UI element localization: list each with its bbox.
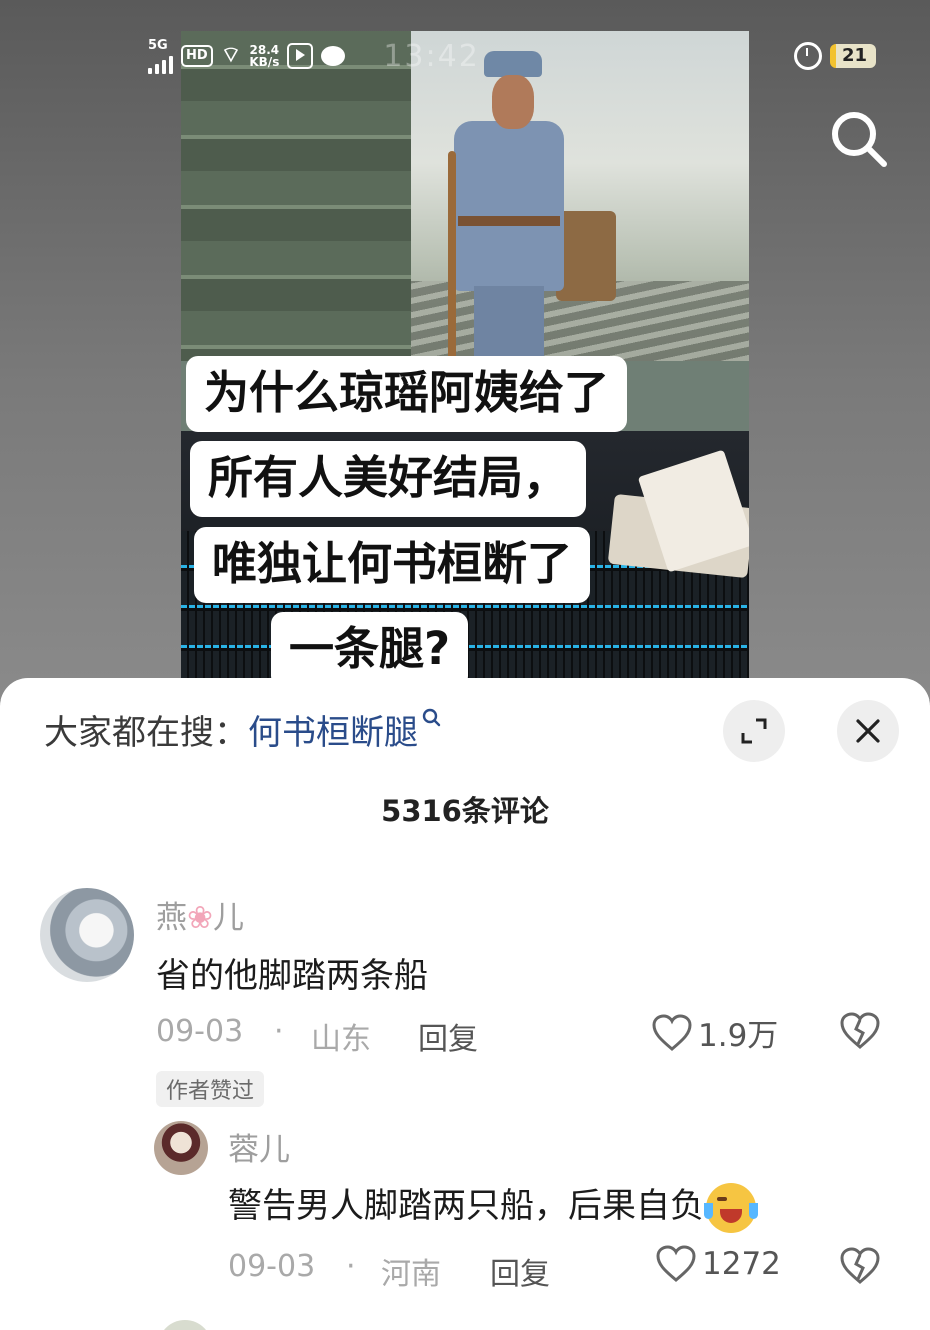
comment-username-text: 燕	[156, 900, 187, 936]
comment-count: 5316条评论	[381, 794, 549, 828]
like-button[interactable]: 1272	[656, 1245, 781, 1283]
network-type: 5G	[148, 37, 168, 53]
close-icon	[856, 719, 880, 743]
like-button[interactable]: 1.9万	[652, 1010, 778, 1055]
trending-search-term: 何书桓断腿	[248, 713, 418, 753]
trending-search-link[interactable]: 何书桓断腿	[248, 708, 442, 753]
comment-username[interactable]: 燕❀儿	[156, 892, 244, 937]
signal-bars-icon	[148, 52, 173, 74]
heart-icon	[652, 1013, 692, 1051]
avatar[interactable]	[40, 888, 134, 982]
broken-heart-icon	[840, 1012, 880, 1049]
trending-search-label: 大家都在搜：	[44, 713, 248, 753]
dislike-button[interactable]	[840, 1247, 880, 1289]
like-count: 1.9万	[698, 1018, 779, 1054]
alarm-icon	[793, 42, 822, 70]
comment-meta-separator: ·	[274, 1014, 284, 1049]
like-count: 1272	[702, 1246, 781, 1282]
status-bar-left: 5G HD ⌔ 28.4 KB/s 13:42	[148, 36, 480, 76]
close-button[interactable]	[837, 700, 899, 762]
video-caption-line-2: 所有人美好结局，	[190, 441, 587, 517]
expand-button[interactable]	[723, 700, 785, 762]
search-button[interactable]	[826, 106, 892, 172]
mini-search-icon	[422, 708, 441, 727]
clock: 13:42	[383, 38, 480, 74]
expand-icon	[741, 718, 767, 744]
comment-meta-separator: ·	[346, 1249, 356, 1284]
video-caption-line-4: 一条腿?	[271, 612, 469, 688]
comment-username[interactable]: 蓉儿	[228, 1124, 290, 1169]
avatar[interactable]	[158, 1320, 212, 1330]
comments-sheet: 大家都在搜：何书桓断腿 5316条评论 燕❀儿 省的他脚踏两条船 09-03 ·…	[0, 678, 930, 1330]
video-caption-line-3: 唯独让何书桓断了	[194, 527, 591, 603]
broken-heart-icon	[840, 1247, 880, 1284]
comment-text: 警告男人脚踏两只船，后果自负	[228, 1178, 758, 1233]
video-app-icon	[287, 43, 314, 69]
dislike-button[interactable]	[840, 1012, 880, 1054]
reply-button[interactable]: 回复	[490, 1249, 550, 1293]
avatar[interactable]	[154, 1121, 208, 1175]
network-speed-unit: KB/s	[249, 55, 280, 69]
message-icon	[321, 46, 346, 66]
wifi-icon: ⌔	[220, 43, 242, 68]
author-liked-badge: 作者赞过	[156, 1071, 265, 1107]
video-scene-soldier	[436, 51, 616, 381]
comment-location: 山东	[311, 1022, 371, 1057]
blossom-icon: ❀	[187, 900, 213, 936]
comment-text-body: 警告男人脚踏两只船，后果自负	[228, 1186, 704, 1226]
app-screen: 为什么琼瑶阿姨给了 所有人美好结局， 唯独让何书桓断了 一条腿? 5G HD ⌔…	[0, 0, 930, 1330]
heart-icon	[656, 1245, 696, 1282]
comment-date: 09-03	[228, 1249, 316, 1284]
search-icon	[832, 112, 887, 167]
network-speed: 28.4 KB/s	[249, 44, 279, 68]
crying-laughing-emoji-icon	[704, 1182, 758, 1233]
reply-button[interactable]: 回复	[418, 1014, 478, 1058]
battery-level: 21	[829, 44, 876, 68]
signal-indicator: 5G	[148, 39, 173, 74]
trending-search: 大家都在搜：何书桓断腿	[44, 708, 442, 758]
comment-date: 09-03	[156, 1014, 244, 1049]
video-scene-train	[181, 31, 441, 361]
comment-location: 河南	[381, 1257, 441, 1292]
comment-username-suffix: 儿	[212, 900, 244, 936]
hd-badge: HD	[181, 45, 213, 67]
video-caption-line-1: 为什么琼瑶阿姨给了	[186, 356, 628, 432]
status-bar-right: 21	[793, 36, 876, 76]
comment-text: 省的他脚踏两条船	[156, 956, 428, 996]
